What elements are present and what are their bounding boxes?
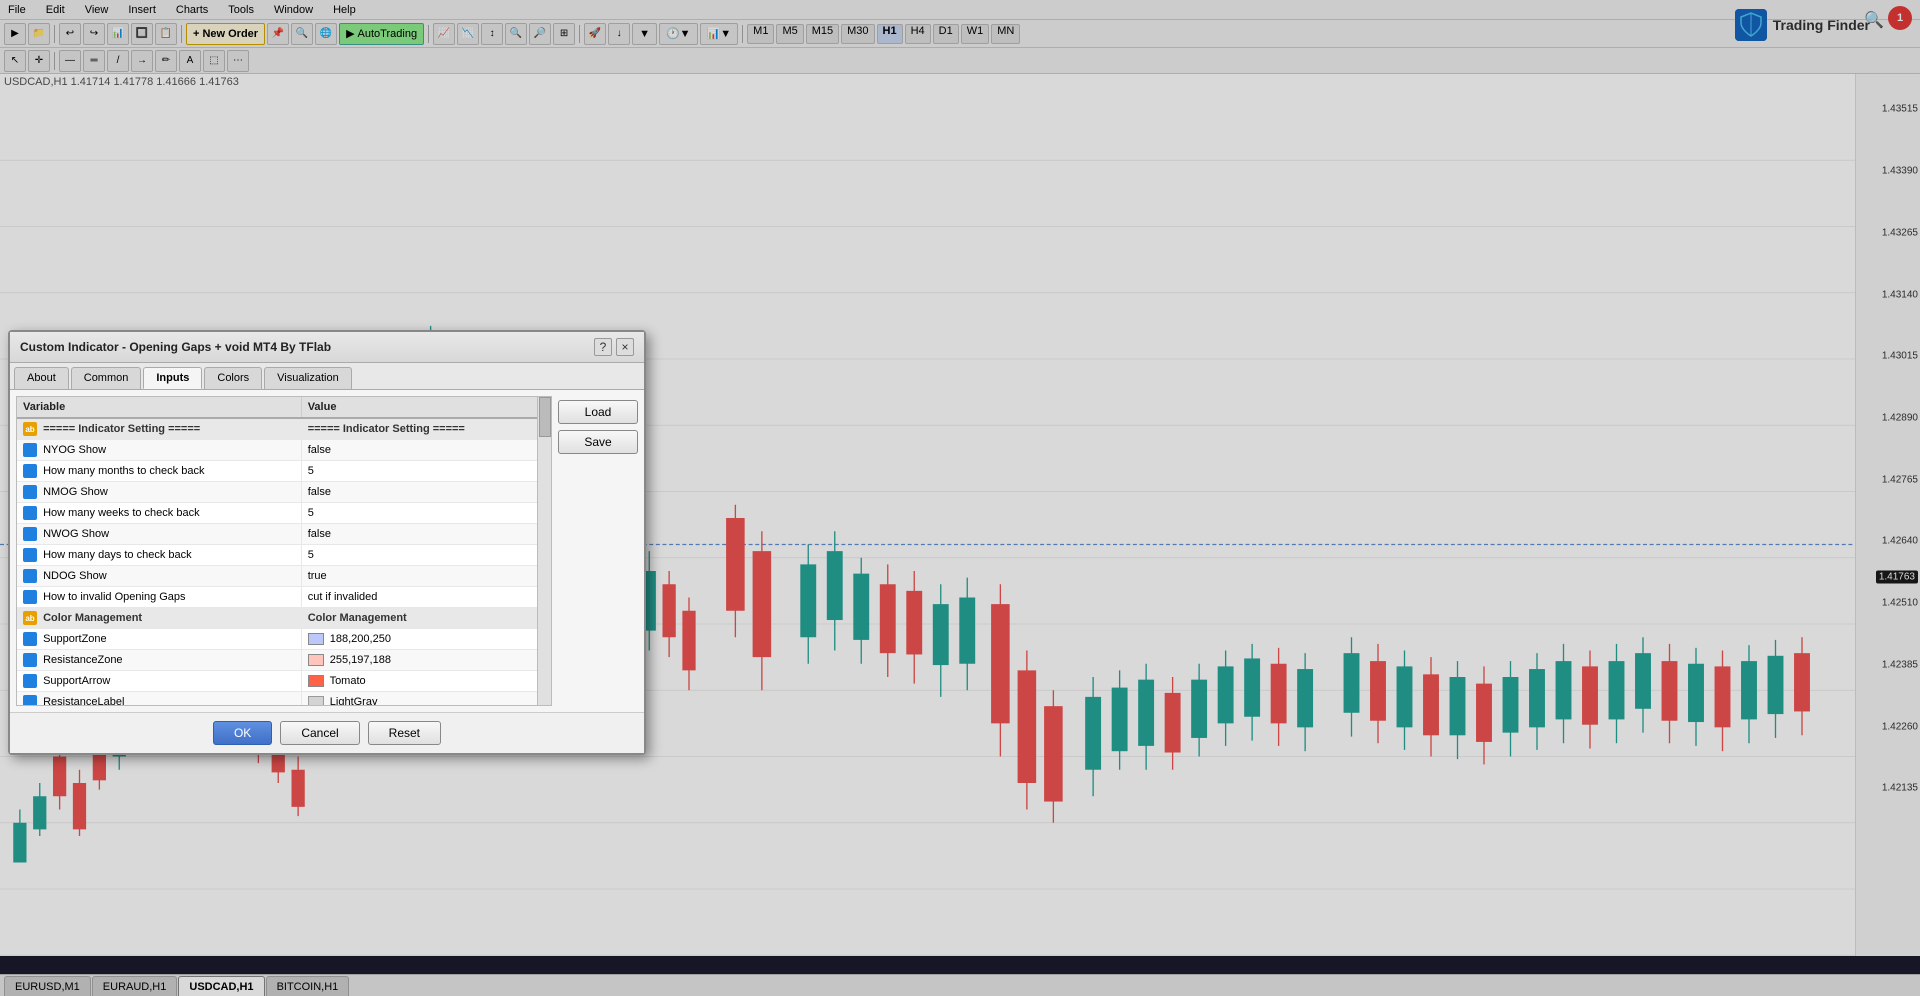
table-row: NWOG Show false bbox=[17, 524, 551, 545]
cancel-button[interactable]: Cancel bbox=[280, 721, 359, 745]
var-resistance-zone: ResistanceZone bbox=[17, 650, 301, 671]
swatch-resistance-label bbox=[308, 696, 324, 706]
val-weeks[interactable]: 5 bbox=[301, 503, 550, 524]
modal-footer: OK Cancel Reset bbox=[10, 712, 644, 753]
swatch-resistance-zone bbox=[308, 654, 324, 666]
table-row: SupportArrow Tomato bbox=[17, 671, 551, 692]
icon-edit-3 bbox=[23, 548, 37, 562]
val-invalid[interactable]: cut if invalided bbox=[301, 587, 550, 608]
side-buttons: Load Save bbox=[558, 396, 638, 706]
val-days[interactable]: 5 bbox=[301, 545, 550, 566]
table-row: How many weeks to check back 5 bbox=[17, 503, 551, 524]
modal-tabs: About Common Inputs Colors Visualization bbox=[10, 363, 644, 390]
icon-arrow-1 bbox=[23, 443, 37, 457]
var-indicator-setting: ab ===== Indicator Setting ===== bbox=[17, 418, 301, 440]
icon-arrow-3 bbox=[23, 527, 37, 541]
col-value: Value bbox=[301, 397, 550, 418]
val-nyog-show[interactable]: false bbox=[301, 440, 550, 461]
val-resistance-zone[interactable]: 255,197,188 bbox=[301, 650, 550, 671]
table-row: ResistanceZone 255,197,188 bbox=[17, 650, 551, 671]
col-variable: Variable bbox=[17, 397, 301, 418]
swatch-support-zone bbox=[308, 633, 324, 645]
scrollbar-thumb[interactable] bbox=[539, 397, 551, 437]
val-resistance-label[interactable]: LightGray ▼ bbox=[301, 692, 550, 707]
modal-help-button[interactable]: ? bbox=[594, 338, 612, 356]
modal-dialog: Custom Indicator - Opening Gaps + void M… bbox=[8, 330, 646, 755]
modal-title: Custom Indicator - Opening Gaps + void M… bbox=[20, 340, 331, 354]
var-days: How many days to check back bbox=[17, 545, 301, 566]
var-nyog-show: NYOG Show bbox=[17, 440, 301, 461]
var-color-mgmt: ab Color Management bbox=[17, 608, 301, 629]
tab-inputs[interactable]: Inputs bbox=[143, 367, 202, 389]
reset-button[interactable]: Reset bbox=[368, 721, 441, 745]
var-nwog-show: NWOG Show bbox=[17, 524, 301, 545]
tab-common[interactable]: Common bbox=[71, 367, 142, 389]
icon-arrow-2 bbox=[23, 485, 37, 499]
save-button[interactable]: Save bbox=[558, 430, 638, 454]
val-support-zone[interactable]: 188,200,250 bbox=[301, 629, 550, 650]
val-color-mgmt: Color Management bbox=[301, 608, 550, 629]
var-support-arrow: SupportArrow bbox=[17, 671, 301, 692]
tab-visualization[interactable]: Visualization bbox=[264, 367, 352, 389]
table-row: NDOG Show true bbox=[17, 566, 551, 587]
modal-body: Variable Value ab ===== Indicator Settin… bbox=[10, 390, 644, 712]
modal-titlebar: Custom Indicator - Opening Gaps + void M… bbox=[10, 332, 644, 363]
swatch-support-arrow bbox=[308, 675, 324, 687]
icon-ab-2: ab bbox=[23, 611, 37, 625]
tab-colors[interactable]: Colors bbox=[204, 367, 262, 389]
table-row: ab ===== Indicator Setting ===== ===== I… bbox=[17, 418, 551, 440]
icon-edit-4 bbox=[23, 590, 37, 604]
var-weeks: How many weeks to check back bbox=[17, 503, 301, 524]
modal-controls: ? × bbox=[594, 338, 634, 356]
icon-edit-1 bbox=[23, 464, 37, 478]
val-ndog-show[interactable]: true bbox=[301, 566, 550, 587]
param-table-container: Variable Value ab ===== Indicator Settin… bbox=[16, 396, 552, 706]
val-nwog-show[interactable]: false bbox=[301, 524, 550, 545]
val-nmog-show[interactable]: false bbox=[301, 482, 550, 503]
var-invalid: How to invalid Opening Gaps bbox=[17, 587, 301, 608]
var-resistance-label: ResistanceLabel bbox=[17, 692, 301, 707]
val-indicator-setting: ===== Indicator Setting ===== bbox=[301, 418, 550, 440]
val-support-arrow[interactable]: Tomato bbox=[301, 671, 550, 692]
table-row: NYOG Show false bbox=[17, 440, 551, 461]
table-row: How many days to check back 5 bbox=[17, 545, 551, 566]
table-row: ab Color Management Color Management bbox=[17, 608, 551, 629]
table-row: SupportZone 188,200,250 bbox=[17, 629, 551, 650]
icon-color-2 bbox=[23, 653, 37, 667]
table-row: How to invalid Opening Gaps cut if inval… bbox=[17, 587, 551, 608]
var-nmog-show: NMOG Show bbox=[17, 482, 301, 503]
tab-about[interactable]: About bbox=[14, 367, 69, 389]
load-button[interactable]: Load bbox=[558, 400, 638, 424]
table-row: How many months to check back 5 bbox=[17, 461, 551, 482]
icon-color-3 bbox=[23, 674, 37, 688]
var-ndog-show: NDOG Show bbox=[17, 566, 301, 587]
ok-button[interactable]: OK bbox=[213, 721, 272, 745]
icon-ab: ab bbox=[23, 422, 37, 436]
params-table: Variable Value ab ===== Indicator Settin… bbox=[17, 397, 551, 706]
icon-color-4 bbox=[23, 695, 37, 706]
modal-close-button[interactable]: × bbox=[616, 338, 634, 356]
var-support-zone: SupportZone bbox=[17, 629, 301, 650]
icon-edit-2 bbox=[23, 506, 37, 520]
var-months: How many months to check back bbox=[17, 461, 301, 482]
table-row: ResistanceLabel LightGray ▼ bbox=[17, 692, 551, 707]
table-row: NMOG Show false bbox=[17, 482, 551, 503]
val-months[interactable]: 5 bbox=[301, 461, 550, 482]
scrollbar-track[interactable] bbox=[537, 397, 551, 705]
icon-color-1 bbox=[23, 632, 37, 646]
icon-arrow-4 bbox=[23, 569, 37, 583]
